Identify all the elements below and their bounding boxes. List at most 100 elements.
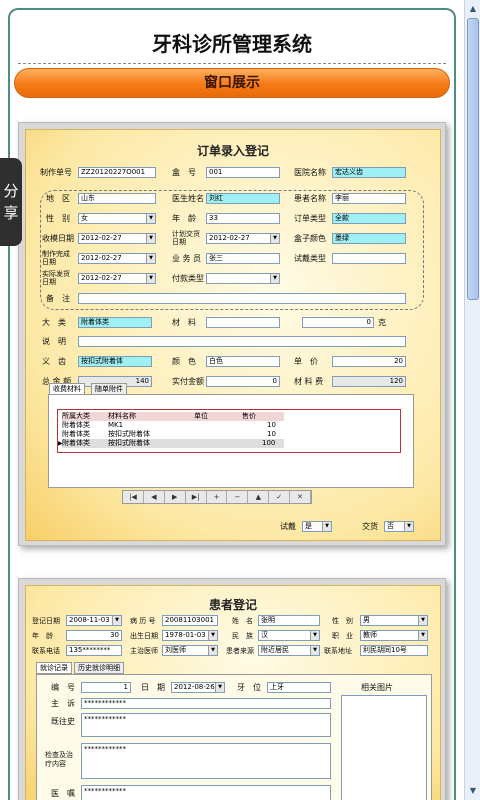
name-label: 姓 名 — [232, 617, 253, 625]
add-record-button[interactable]: + — [207, 491, 228, 503]
order-form-screenshot: 订单录入登记 制作单号 ZZ20120227O001 盒 号 001 医院名称 … — [18, 122, 446, 546]
hospital-field[interactable]: 宏达义齿 — [332, 167, 406, 178]
hospital-label: 医院名称 — [294, 168, 326, 177]
salesman-field[interactable]: 张三 — [206, 253, 280, 264]
remark-field[interactable] — [78, 293, 406, 304]
scroll-up-icon[interactable]: ▲ — [467, 3, 479, 15]
doctor-select[interactable]: 刘医师 ▼ — [162, 645, 218, 656]
sex-select[interactable]: 男 ▼ — [360, 615, 428, 626]
chevron-down-icon[interactable]: ▼ — [208, 646, 217, 655]
chevron-down-icon[interactable]: ▼ — [418, 616, 427, 625]
scrollbar[interactable]: ▲ ▼ — [464, 0, 480, 800]
source-select[interactable]: 附近居民 ▼ — [258, 645, 320, 656]
order-type-field[interactable]: 全款 — [332, 213, 406, 224]
prev-record-button[interactable]: ◀ — [144, 491, 165, 503]
record-field[interactable]: 20081103001 — [162, 615, 218, 626]
category-field[interactable]: 附着体类 — [78, 317, 152, 328]
advice-textarea[interactable]: ************ — [81, 785, 331, 800]
trial-label: 试戴 — [280, 522, 296, 531]
visit-record-panel: 编 号 1 日 期 2012-08-26 ▼ 牙 位 上牙 相关图片 主 诉 **… — [36, 674, 432, 800]
next-record-button[interactable]: ▶ — [165, 491, 186, 503]
job-select[interactable]: 教师 ▼ — [360, 630, 428, 641]
chevron-down-icon[interactable]: ▼ — [270, 274, 279, 283]
box-no-field[interactable]: 001 — [206, 167, 280, 178]
visit-no-field[interactable]: 1 — [81, 682, 131, 693]
chevron-down-icon[interactable]: ▼ — [146, 234, 155, 243]
window-showcase-banner[interactable]: 窗口展示 — [14, 68, 450, 98]
plan-date-picker[interactable]: 2012-02-27 ▼ — [206, 233, 280, 244]
patient-form-screenshot: 患者登记 登记日期 2008-11-03 ▼ 病 历 号 20081103001 … — [18, 578, 446, 800]
material-field[interactable] — [206, 317, 280, 328]
material-grams-field[interactable]: 0 — [302, 317, 374, 328]
chevron-down-icon[interactable]: ▼ — [270, 234, 279, 243]
table-row-selected[interactable]: ▶ 附着体类 按扣式附着体 100 — [58, 439, 284, 448]
name-field[interactable]: 张明 — [258, 615, 320, 626]
box-no-label: 盒 号 — [172, 168, 196, 177]
chevron-down-icon[interactable]: ▼ — [112, 616, 121, 625]
birth-picker[interactable]: 1978-01-03 ▼ — [162, 630, 218, 641]
cancel-record-button[interactable]: ✕ — [290, 491, 312, 503]
denture-field[interactable]: 按扣式附着体 — [78, 356, 152, 367]
chevron-down-icon[interactable]: ▼ — [310, 631, 319, 640]
table-row[interactable]: 附着体类 按扣式附着体 10 — [62, 430, 284, 439]
edit-record-button[interactable]: ▲ — [248, 491, 270, 503]
age-field[interactable]: 33 — [206, 213, 280, 224]
box-color-field[interactable]: 墨绿 — [332, 233, 406, 244]
remark-label: 备 注 — [46, 294, 70, 303]
made-date-picker[interactable]: 2012-02-27 ▼ — [78, 253, 156, 264]
color-field[interactable]: 白色 — [206, 356, 280, 367]
tooth-field[interactable]: 上牙 — [267, 682, 331, 693]
gender-label: 性 别 — [46, 214, 70, 223]
patient-name-field[interactable]: 李丽 — [332, 193, 406, 204]
address-field[interactable]: 利民胡同10号 — [360, 645, 428, 656]
nation-select[interactable]: 汉 ▼ — [258, 630, 320, 641]
tab-visit-records[interactable]: 就诊记录 — [36, 662, 72, 674]
trial-select[interactable]: 是 ▼ — [302, 521, 332, 532]
desc-field[interactable] — [78, 336, 406, 347]
first-record-button[interactable]: |◀ — [123, 491, 144, 503]
chevron-down-icon[interactable]: ▼ — [208, 631, 217, 640]
material-label: 材 料 — [172, 318, 196, 327]
scrollbar-thumb[interactable] — [467, 18, 479, 300]
chevron-down-icon[interactable]: ▼ — [215, 683, 224, 692]
scroll-down-icon[interactable]: ▼ — [467, 785, 479, 797]
trial-type-field[interactable] — [332, 253, 406, 264]
phone-field[interactable]: 135******** — [66, 645, 122, 656]
exam-textarea[interactable]: ************ — [81, 743, 331, 779]
order-no-field[interactable]: ZZ20120227O001 — [78, 167, 156, 178]
tab-visit-history[interactable]: 历史就诊明细 — [74, 662, 124, 674]
region-field[interactable]: 山东 — [78, 193, 156, 204]
delivery-select[interactable]: 否 ▼ — [384, 521, 414, 532]
pay-type-select[interactable]: ▼ — [206, 273, 280, 284]
visit-date-picker[interactable]: 2012-08-26 ▼ — [171, 682, 225, 693]
chevron-down-icon[interactable]: ▼ — [322, 522, 331, 531]
photo-box[interactable] — [341, 695, 427, 800]
table-row[interactable]: 附着体类 MK1 10 — [62, 421, 284, 430]
chevron-down-icon[interactable]: ▼ — [404, 522, 413, 531]
price-field[interactable]: 20 — [332, 356, 406, 367]
tooth-label: 牙 位 — [237, 683, 261, 692]
share-tab[interactable]: 分 享 — [0, 158, 22, 246]
chevron-down-icon[interactable]: ▼ — [418, 631, 427, 640]
history-label: 既往史 — [51, 717, 75, 726]
chevron-down-icon[interactable]: ▼ — [146, 274, 155, 283]
chevron-down-icon[interactable]: ▼ — [146, 254, 155, 263]
paid-field[interactable]: 0 — [206, 376, 280, 387]
receive-date-picker[interactable]: 2012-02-27 ▼ — [78, 233, 156, 244]
tab-attachments[interactable]: 随单附件 — [91, 383, 127, 395]
tab-fee-materials[interactable]: 收费材料 — [49, 383, 85, 395]
history-textarea[interactable]: ************ — [81, 713, 331, 737]
last-record-button[interactable]: ▶| — [186, 491, 207, 503]
order-form-panel: 订单录入登记 制作单号 ZZ20120227O001 盒 号 001 医院名称 … — [25, 129, 441, 541]
age-field[interactable]: 30 — [66, 630, 122, 641]
ship-date-label: 实际发货日期 — [42, 270, 70, 286]
reg-date-picker[interactable]: 2008-11-03 ▼ — [66, 615, 122, 626]
delete-record-button[interactable]: − — [227, 491, 249, 503]
gender-select[interactable]: 女 ▼ — [78, 213, 156, 224]
complaint-field[interactable]: ************ — [81, 698, 331, 709]
chevron-down-icon[interactable]: ▼ — [146, 214, 155, 223]
ship-date-picker[interactable]: 2012-02-27 ▼ — [78, 273, 156, 284]
post-record-button[interactable]: ✓ — [269, 491, 291, 503]
chevron-down-icon[interactable]: ▼ — [310, 646, 319, 655]
doctor-field[interactable]: 刘红 — [206, 193, 280, 204]
